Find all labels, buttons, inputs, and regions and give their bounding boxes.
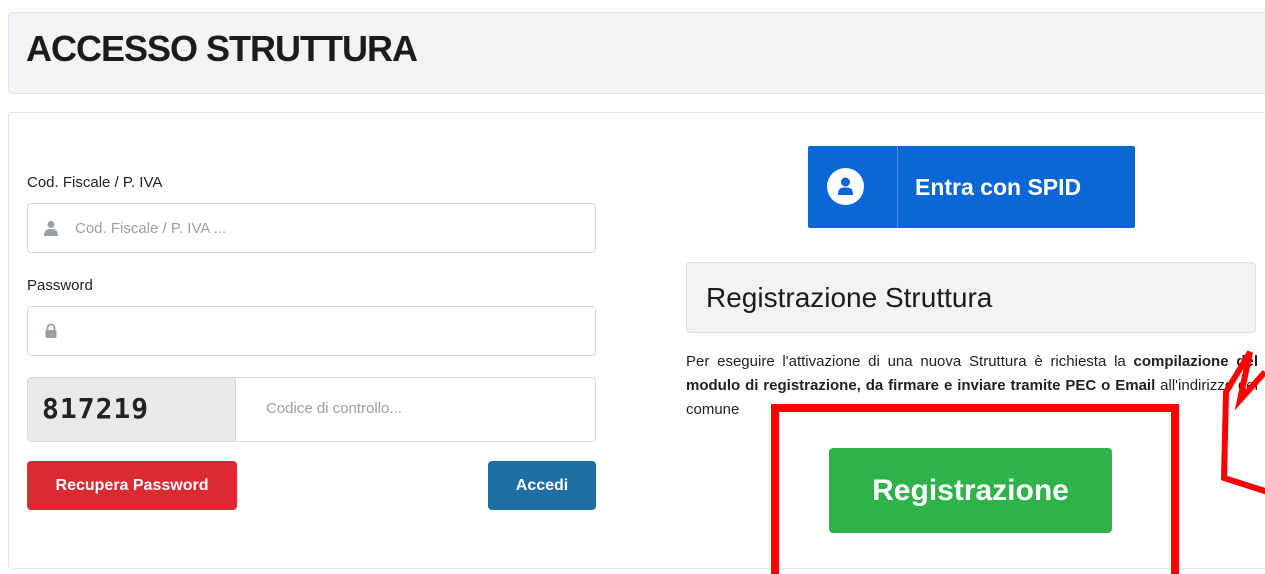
page-title: ACCESSO STRUTTURA bbox=[26, 28, 418, 69]
cf-label: Cod. Fiscale / P. IVA bbox=[27, 174, 163, 191]
password-label: Password bbox=[27, 277, 93, 294]
registration-button[interactable]: Registrazione bbox=[829, 448, 1112, 533]
registration-text-part1: Per eseguire l'attivazione di una nuova … bbox=[686, 353, 1134, 370]
user-icon bbox=[44, 221, 58, 236]
password-input[interactable] bbox=[27, 306, 596, 356]
lock-icon bbox=[45, 323, 57, 338]
captcha-field[interactable]: 817219 Codice di controllo... bbox=[27, 377, 596, 442]
spid-user-icon bbox=[827, 168, 864, 205]
captcha-text: 817219 bbox=[42, 392, 150, 425]
spid-divider bbox=[897, 146, 898, 228]
registration-title: Registrazione Struttura bbox=[706, 282, 993, 313]
login-button[interactable]: Accedi bbox=[488, 461, 596, 510]
recover-password-button[interactable]: Recupera Password bbox=[27, 461, 237, 510]
registration-description: Per eseguire l'attivazione di una nuova … bbox=[686, 350, 1258, 422]
captcha-image: 817219 bbox=[28, 378, 236, 441]
spid-login-button[interactable]: Entra con SPID bbox=[808, 146, 1135, 228]
registration-header: Registrazione Struttura bbox=[686, 262, 1256, 333]
captcha-placeholder: Codice di controllo... bbox=[266, 400, 402, 417]
cf-input[interactable]: Cod. Fiscale / P. IVA ... bbox=[27, 203, 596, 253]
cf-placeholder: Cod. Fiscale / P. IVA ... bbox=[75, 220, 227, 237]
spid-label: Entra con SPID bbox=[915, 174, 1082, 200]
